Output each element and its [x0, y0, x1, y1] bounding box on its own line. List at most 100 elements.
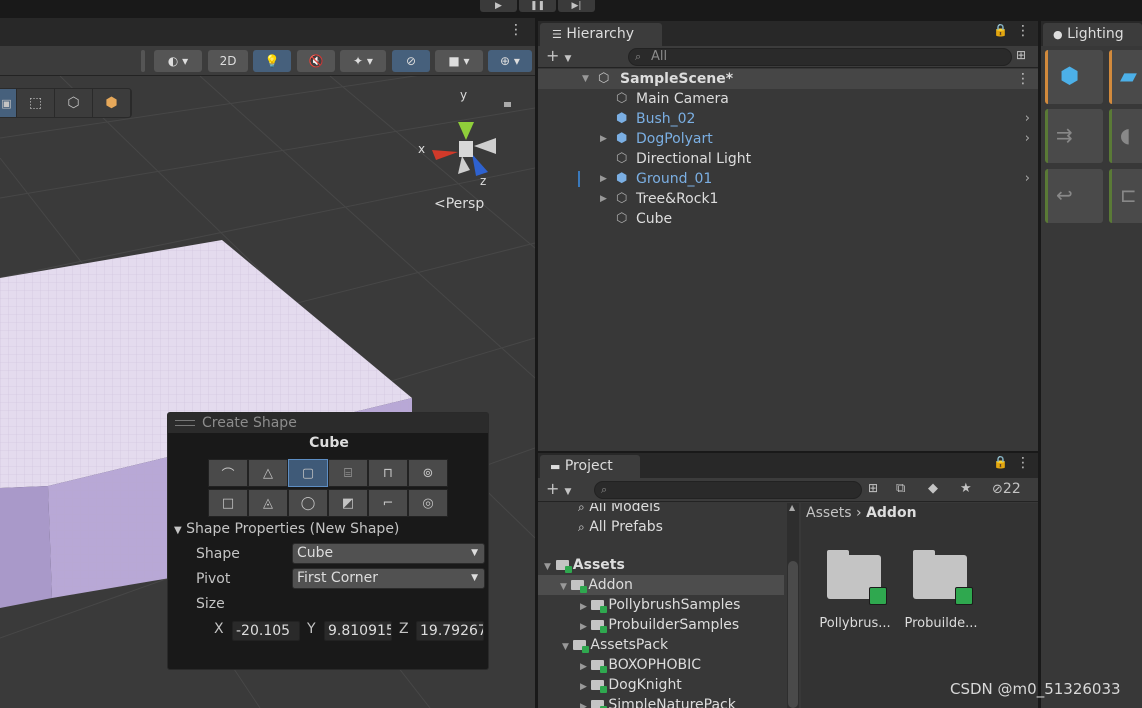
- foldout-arrow-icon[interactable]: ▼: [582, 69, 589, 89]
- project-search-input[interactable]: ⌕: [594, 481, 862, 499]
- scene-row[interactable]: ▼ ⬡ SampleScene* ⋮: [538, 69, 1038, 89]
- filter-by-label-icon[interactable]: ◆: [928, 481, 938, 496]
- tab-hierarchy[interactable]: ☰ Hierarchy: [540, 23, 662, 46]
- favorite-star-icon[interactable]: ★: [960, 481, 972, 496]
- size-x-label: X: [214, 621, 224, 637]
- hierarchy-item-main-camera[interactable]: ⬡ Main Camera: [616, 89, 729, 109]
- gizmo-z-label[interactable]: z: [480, 174, 486, 188]
- tree-item-boxophobic[interactable]: ▶ BOXOPHOBIC: [580, 655, 701, 675]
- draw-mode-button[interactable]: ◐ ▾: [154, 50, 202, 72]
- expand-arrow-icon[interactable]: ▶: [600, 129, 607, 149]
- folder-name-pollybrush[interactable]: Pollybrus...: [815, 616, 895, 631]
- hierarchy-item-bush[interactable]: ⬢ Bush_02: [616, 109, 695, 129]
- tree-scrollbar-thumb[interactable]: [788, 561, 798, 708]
- prefab-open-chevron-icon[interactable]: ›: [1025, 171, 1030, 186]
- visibility-toggle-button[interactable]: ⊘: [392, 50, 430, 72]
- lighting-tool-split[interactable]: ◖: [1109, 109, 1142, 163]
- lighting-tool-bracket[interactable]: ⊏: [1109, 169, 1142, 223]
- scene-view[interactable]: ⋮ ◐ ▾ 2D 💡 🔇 ✦ ▾ ⊘ ■ ▾ ⊕ ▾ ▣ ⬚ ⬡ ⬢ y x z…: [0, 18, 535, 708]
- torus-shape-button[interactable]: ◎: [408, 489, 448, 517]
- project-menu-icon[interactable]: ⋮: [1016, 455, 1030, 471]
- camera-dropdown-button[interactable]: ■ ▾: [435, 50, 483, 72]
- size-z-field[interactable]: 19.79267: [416, 621, 484, 641]
- prefab-open-chevron-icon[interactable]: ›: [1025, 111, 1030, 126]
- tree-item-pollybrush[interactable]: ▶ PollybrushSamples: [580, 595, 740, 615]
- hierarchy-item-tree-rock[interactable]: ▶ ⬡ Tree&Rock1: [600, 189, 718, 209]
- folder-name-probuilder[interactable]: Probuilde...: [901, 616, 981, 631]
- play-button[interactable]: ▶: [480, 0, 517, 12]
- lock-icon[interactable]: 🔒: [993, 455, 1008, 469]
- favorite-all-models[interactable]: ⌕ All Models: [578, 503, 660, 517]
- sphere-shape-button[interactable]: ◯: [288, 489, 328, 517]
- hierarchy-item-ground[interactable]: ▶ ⬢ Ground_01: [600, 169, 712, 189]
- tree-item-probuilder[interactable]: ▶ ProbuilderSamples: [580, 615, 739, 635]
- gizmos-dropdown-button[interactable]: ⊕ ▾: [488, 50, 532, 72]
- breadcrumb-current[interactable]: Addon: [866, 505, 916, 521]
- filter-by-type-icon[interactable]: ⧉: [896, 481, 905, 496]
- search-expand-icon[interactable]: ⊞: [1016, 48, 1026, 62]
- favorite-all-prefabs[interactable]: ⌕ All Prefabs: [578, 517, 663, 537]
- lighting-tool-undo[interactable]: ↩: [1045, 169, 1103, 223]
- gizmo-y-label[interactable]: y: [460, 88, 467, 102]
- create-dropdown-button[interactable]: + ▼: [546, 46, 571, 69]
- tab-project[interactable]: ▬ Project: [540, 455, 640, 478]
- hierarchy-search-input[interactable]: ⌕ All: [628, 48, 1012, 66]
- expand-arrow-icon[interactable]: ▶: [600, 189, 607, 209]
- face-mode-button[interactable]: ⬢: [93, 89, 131, 117]
- shape-properties-foldout[interactable]: ▼ Shape Properties (New Shape): [174, 521, 399, 537]
- breadcrumb-root[interactable]: Assets: [806, 505, 852, 521]
- arch-shape-button[interactable]: ⌒: [208, 459, 248, 487]
- edge-mode-button[interactable]: ⬡: [55, 89, 93, 117]
- cylinder-shape-button[interactable]: ⌸: [328, 459, 368, 487]
- drag-grip-icon[interactable]: [175, 420, 195, 426]
- vertex-mode-button[interactable]: ⬚: [17, 89, 55, 117]
- lock-icon[interactable]: 🔒: [993, 23, 1008, 37]
- tab-lighting[interactable]: ● Lighting: [1043, 23, 1142, 46]
- step-button[interactable]: ▶|: [558, 0, 595, 12]
- folder-thumbnail-icon[interactable]: [827, 550, 887, 605]
- lighting-tool-plane[interactable]: ▰: [1109, 50, 1142, 104]
- lighting-tool-cube[interactable]: ⬢: [1045, 50, 1103, 104]
- pivot-dropdown[interactable]: First Corner ▼: [292, 568, 485, 589]
- plane-shape-button[interactable]: □: [208, 489, 248, 517]
- hierarchy-item-cube[interactable]: ⬡ Cube: [616, 209, 672, 229]
- tree-scrollbar-track[interactable]: ▲: [787, 503, 799, 708]
- hierarchy-menu-icon[interactable]: ⋮: [1016, 23, 1030, 39]
- create-dropdown-button[interactable]: + ▼: [546, 479, 571, 502]
- object-mode-button[interactable]: ▣: [0, 89, 17, 117]
- pause-button[interactable]: ❚❚: [519, 0, 556, 12]
- pipe-shape-button[interactable]: ⊚: [408, 459, 448, 487]
- sprite-shape-button[interactable]: ◩: [328, 489, 368, 517]
- expand-arrow-icon[interactable]: ▶: [600, 169, 607, 189]
- cone-shape-button[interactable]: △: [248, 459, 288, 487]
- shape-dropdown[interactable]: Cube ▼: [292, 543, 485, 564]
- hierarchy-item-dogpolyart[interactable]: ▶ ⬢ DogPolyart: [600, 129, 713, 149]
- 2d-toggle-button[interactable]: 2D: [208, 50, 248, 72]
- projection-toggle[interactable]: <Persp: [434, 196, 484, 212]
- door-shape-button[interactable]: ⊓: [368, 459, 408, 487]
- scroll-up-arrow-icon[interactable]: ▲: [789, 503, 795, 512]
- tree-item-assets[interactable]: ▼ Assets: [544, 555, 625, 575]
- cube-shape-button[interactable]: ▢: [288, 459, 328, 487]
- lighting-tool-merge[interactable]: ⇉: [1045, 109, 1103, 163]
- tree-item-assetspack[interactable]: ▼ AssetsPack: [562, 635, 668, 655]
- effects-dropdown-button[interactable]: ✦ ▾: [340, 50, 386, 72]
- tree-item-simplenature[interactable]: ▶ SimpleNaturePack: [580, 695, 736, 708]
- scene-menu-icon[interactable]: ⋮: [509, 23, 523, 37]
- tree-item-addon[interactable]: ▼ Addon: [538, 575, 784, 595]
- prefab-open-chevron-icon[interactable]: ›: [1025, 131, 1030, 146]
- create-shape-title[interactable]: Create Shape: [168, 413, 488, 433]
- size-y-field[interactable]: 9.810915: [324, 621, 392, 641]
- lighting-toggle-button[interactable]: 💡: [253, 50, 291, 72]
- folder-thumbnail-icon[interactable]: [913, 550, 973, 605]
- prism-shape-button[interactable]: ◬: [248, 489, 288, 517]
- stairs-shape-button[interactable]: ⌐: [368, 489, 408, 517]
- size-x-field[interactable]: -20.105: [232, 621, 300, 641]
- audio-toggle-button[interactable]: 🔇: [297, 50, 335, 72]
- scene-menu-icon[interactable]: ⋮: [1016, 69, 1030, 89]
- hierarchy-item-directional-light[interactable]: ⬡ Directional Light: [616, 149, 751, 169]
- hidden-packages-button[interactable]: ⊘22: [992, 481, 1021, 497]
- tree-item-dogknight[interactable]: ▶ DogKnight: [580, 675, 682, 695]
- gizmo-x-label[interactable]: x: [418, 142, 425, 156]
- search-expand-icon[interactable]: ⊞: [868, 481, 878, 495]
